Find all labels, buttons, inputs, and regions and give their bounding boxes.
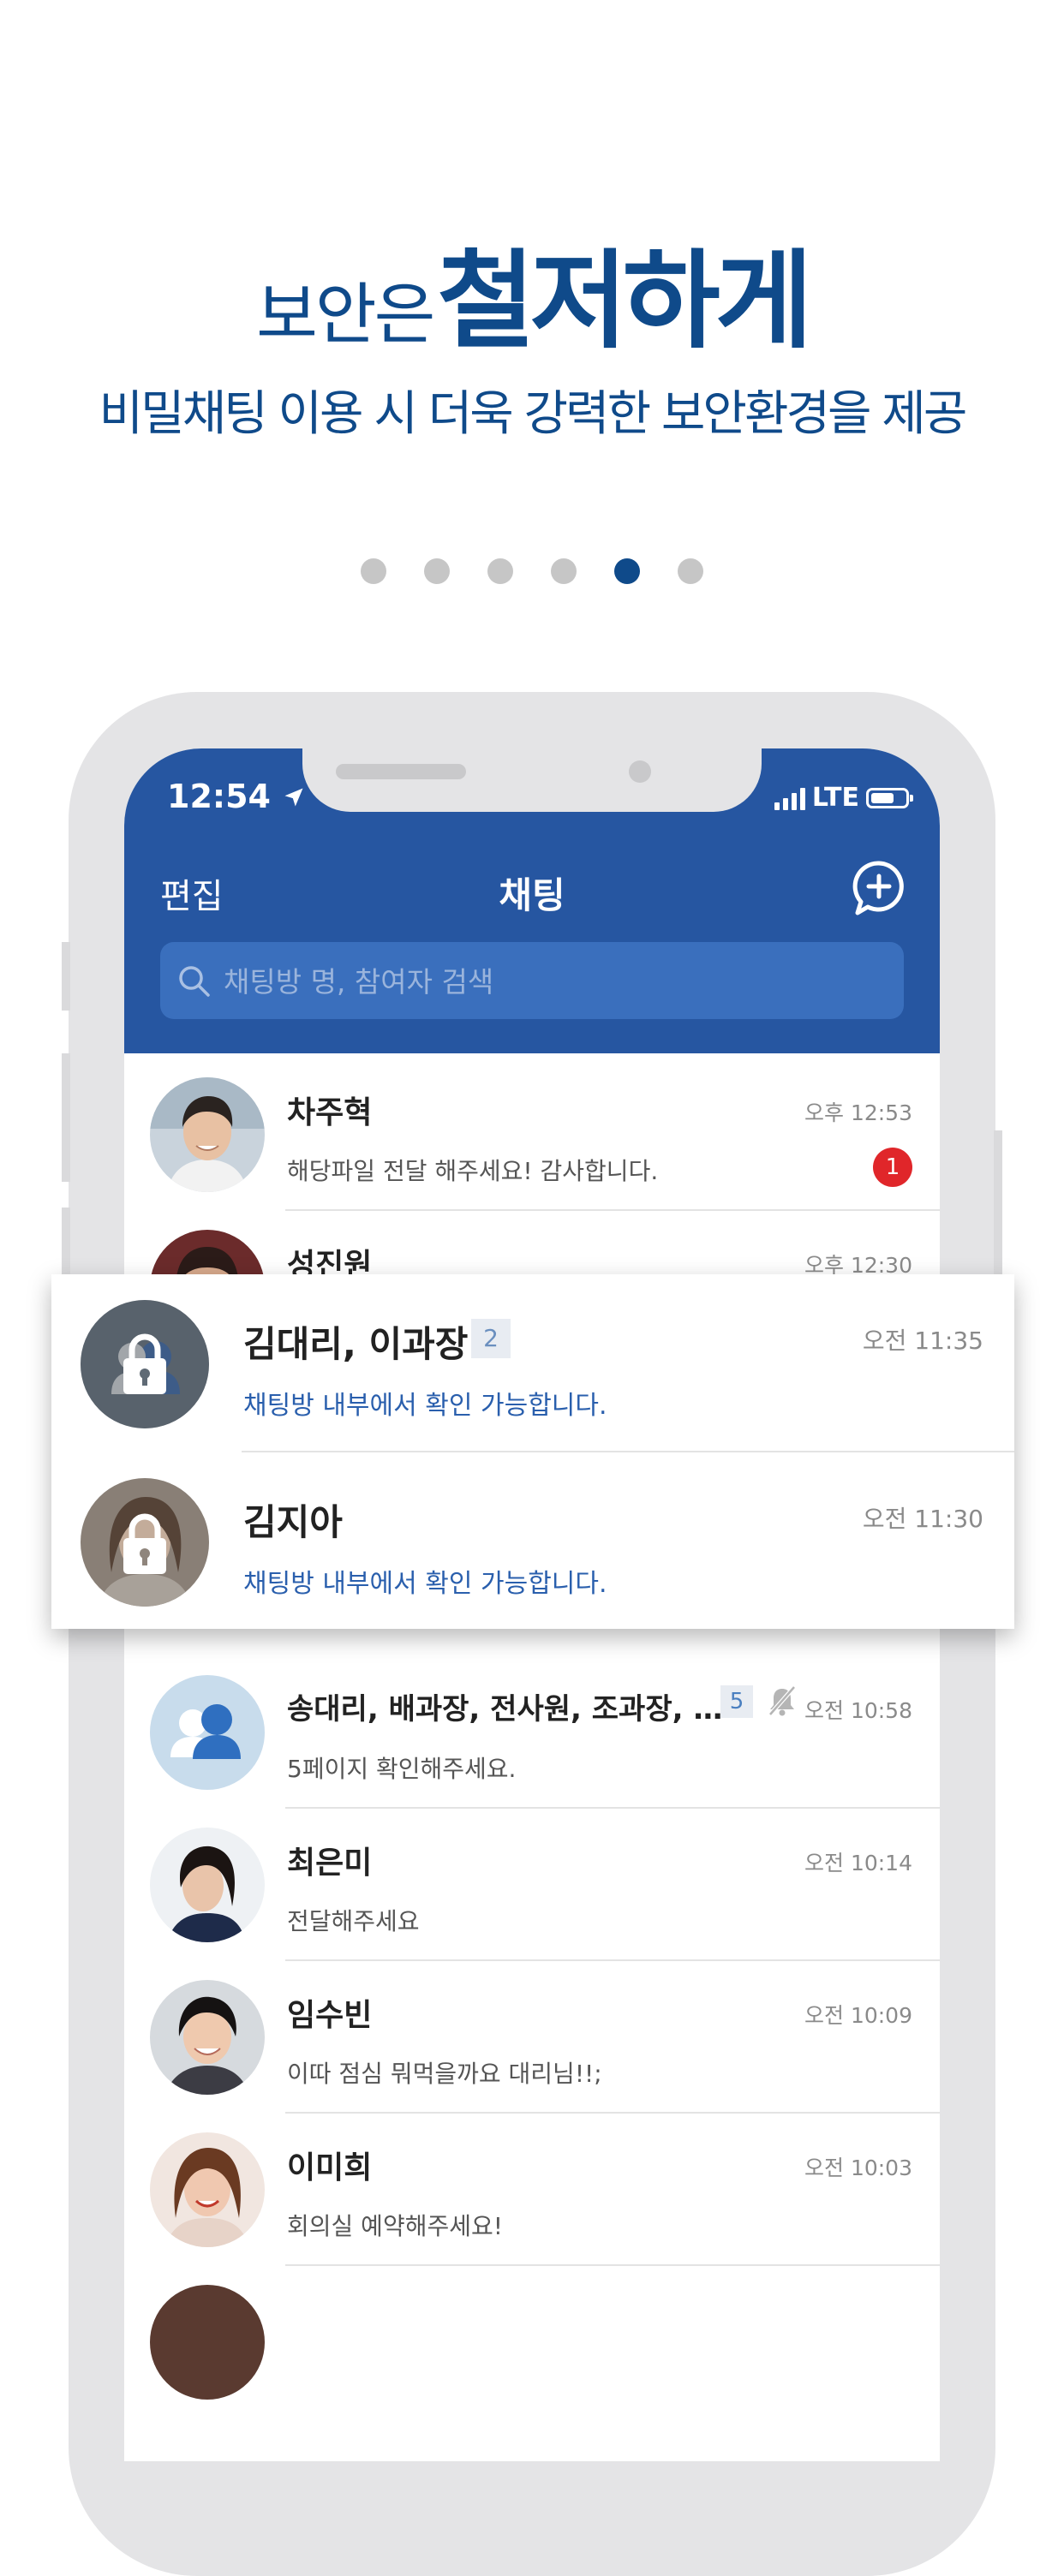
page-dot-4[interactable] bbox=[551, 558, 577, 584]
secret-chat-row[interactable]: 김지아 오전 11:30 채팅방 내부에서 확인 가능합니다. bbox=[51, 1452, 1014, 1630]
group-avatar bbox=[150, 1675, 265, 1790]
page-dot-6[interactable] bbox=[678, 558, 703, 584]
search-bar[interactable] bbox=[160, 942, 904, 1021]
secret-chat-name: 김대리, 이과장 bbox=[243, 1323, 469, 1365]
promo-subheadline: 비밀채팅 이용 시 더욱 강력한 보안환경을 제공 bbox=[99, 386, 968, 442]
chat-time: 오전 11:30 bbox=[862, 1505, 983, 1533]
phone-notch bbox=[302, 747, 762, 812]
chat-name: 송대리, 배과장, 전사원, 조과장, … bbox=[287, 1692, 723, 1726]
secret-chat-message: 채팅방 내부에서 확인 가능합니다. bbox=[243, 1391, 607, 1421]
group-icon bbox=[150, 1675, 265, 1790]
secret-chat-card: 김대리, 이과장 2 오전 11:35 채팅방 내부에서 확인 가능합니다. 김… bbox=[51, 1274, 1014, 1629]
phone-volume-up bbox=[62, 1053, 70, 1182]
secret-group-avatar bbox=[81, 1300, 209, 1428]
chat-time: 오후 12:53 bbox=[804, 1100, 912, 1125]
chat-time: 오전 10:09 bbox=[804, 2003, 912, 2028]
network-label: LTE bbox=[811, 783, 859, 813]
secret-chat-message: 채팅방 내부에서 확인 가능합니다. bbox=[243, 1569, 607, 1599]
secret-chat-name: 김지아 bbox=[243, 1501, 343, 1543]
chat-row[interactable] bbox=[124, 2266, 940, 2418]
secret-chat-row[interactable]: 김대리, 이과장 2 오전 11:35 채팅방 내부에서 확인 가능합니다. bbox=[51, 1274, 1014, 1452]
chat-time: 오전 10:03 bbox=[804, 2156, 912, 2180]
chat-time: 오전 10:14 bbox=[804, 1851, 912, 1875]
member-count-badge: 2 bbox=[471, 1319, 511, 1358]
page-title: 채팅 bbox=[499, 874, 565, 916]
avatar bbox=[150, 1077, 265, 1192]
chat-name: 임수빈 bbox=[287, 1998, 373, 2033]
location-arrow-icon bbox=[284, 788, 303, 807]
chat-row[interactable]: 임수빈 오전 10:09 이따 점심 뭐먹을까요 대리님!!; bbox=[124, 1961, 940, 2114]
battery-icon bbox=[866, 787, 913, 808]
headline-small: 보안은 bbox=[256, 277, 435, 354]
chat-row[interactable]: 이미희 오전 10:03 회의실 예약해주세요! bbox=[124, 2114, 940, 2266]
secret-avatar bbox=[81, 1478, 209, 1607]
phone-side-button bbox=[62, 942, 70, 1011]
avatar bbox=[150, 2132, 265, 2247]
page-dot-3[interactable] bbox=[487, 558, 513, 584]
page-dot-1[interactable] bbox=[361, 558, 386, 584]
chat-row[interactable]: 차주혁 해당파일 전달 해주세요! 감사합니다. 오후 12:53 1 bbox=[124, 1058, 940, 1211]
chat-name: 최은미 bbox=[287, 1846, 373, 1881]
promo-headline: 보안은 철저하게 bbox=[0, 214, 1064, 368]
page-dot-2[interactable] bbox=[424, 558, 450, 584]
unread-badge: 1 bbox=[873, 1148, 912, 1187]
chat-time: 오전 10:58 bbox=[804, 1698, 912, 1723]
chat-time: 오전 11:35 bbox=[862, 1327, 983, 1355]
signal-icon bbox=[774, 786, 805, 810]
phone-camera bbox=[629, 760, 651, 783]
chat-last-message: 전달해주세요 bbox=[287, 1907, 420, 1935]
chat-plus-icon[interactable] bbox=[852, 860, 906, 916]
status-indicators: LTE bbox=[774, 783, 913, 813]
chat-last-message: 5페이지 확인해주세요. bbox=[287, 1755, 517, 1783]
chat-row[interactable]: 송대리, 배과장, 전사원, 조과장, … 5 오전 10:58 5페이지 확인… bbox=[124, 1656, 940, 1809]
search-input[interactable] bbox=[222, 942, 894, 1021]
status-time: 12:54 bbox=[167, 778, 306, 815]
avatar bbox=[150, 1828, 265, 1942]
page-dot-5-active[interactable] bbox=[614, 558, 640, 584]
chat-name: 이미희 bbox=[287, 2150, 373, 2185]
mute-bell-icon bbox=[768, 1685, 796, 1716]
headline-big: 철저하게 bbox=[437, 240, 813, 363]
chat-last-message: 회의실 예약해주세요! bbox=[287, 2212, 503, 2240]
chat-last-message: 이따 점심 뭐먹을까요 대리님!!; bbox=[287, 2060, 602, 2088]
chat-name: 차주혁 bbox=[287, 1095, 373, 1130]
status-time-text: 12:54 bbox=[167, 778, 271, 815]
avatar bbox=[150, 2285, 265, 2400]
chat-row[interactable]: 최은미 오전 10:14 전달해주세요 bbox=[124, 1809, 940, 1961]
page-indicator bbox=[0, 558, 1064, 584]
member-count-badge: 5 bbox=[720, 1685, 753, 1718]
search-icon bbox=[179, 966, 210, 997]
phone-speaker bbox=[336, 764, 466, 779]
avatar bbox=[150, 1980, 265, 2095]
chat-last-message: 해당파일 전달 해주세요! 감사합니다. bbox=[287, 1157, 659, 1185]
